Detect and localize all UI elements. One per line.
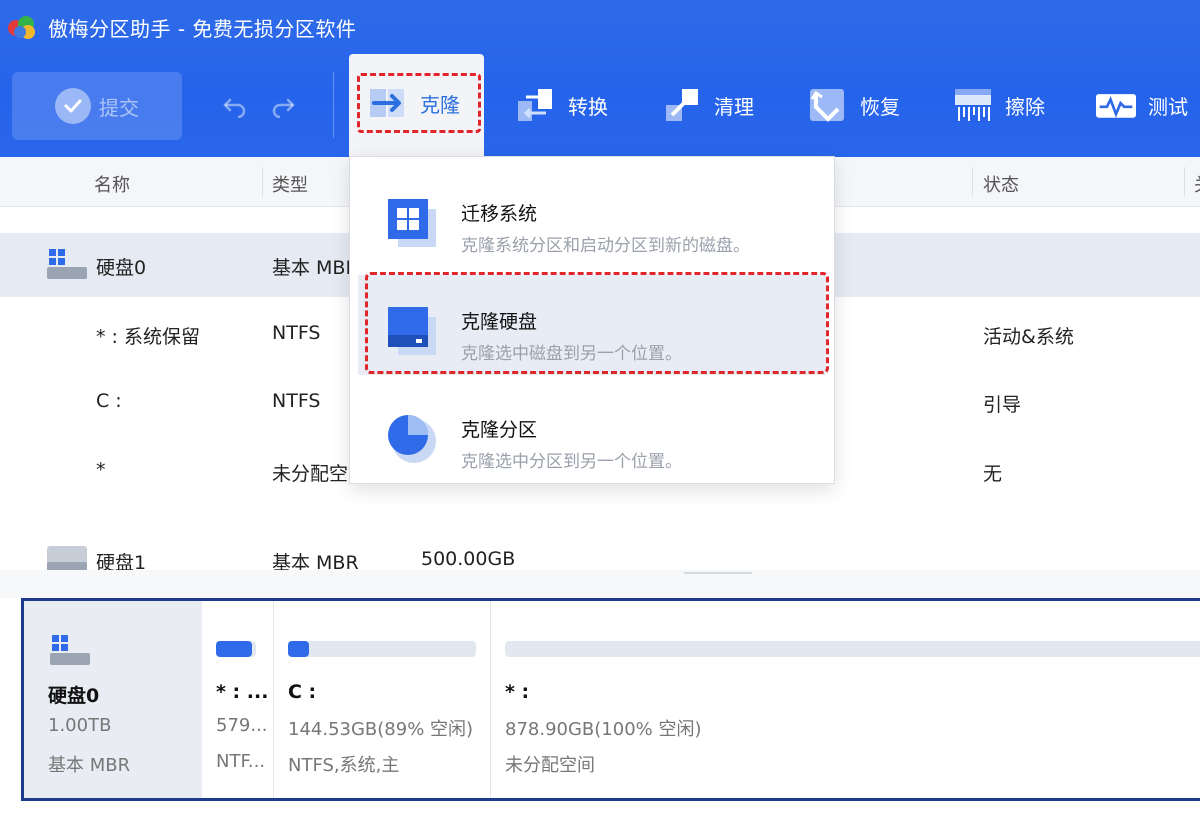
partition-block[interactable]: * : 878.90GB(100% 空闲) 未分配空间 — [491, 601, 1200, 798]
partition-fs: 未分配空间 — [505, 755, 595, 776]
disk-icon — [47, 249, 87, 279]
clone-arrow-icon — [370, 89, 404, 117]
cleanup-button[interactable]: 清理 — [662, 82, 754, 128]
app-title: 傲梅分区助手 - 免费无损分区软件 — [48, 17, 357, 41]
disk-size: 1.00TB — [48, 715, 112, 736]
menu-item-migrate-os[interactable]: 迁移系统 克隆系统分区和启动分区到新的磁盘。 — [358, 167, 826, 267]
migrate-os-icon — [388, 199, 436, 247]
partition-size: 878.90GB(100% 空闲) — [505, 719, 702, 740]
row-status: 引导 — [983, 394, 1022, 416]
row-type: NTFS — [272, 322, 321, 344]
test-label: 测试 — [1148, 94, 1188, 119]
disk-summary[interactable]: 硬盘0 1.00TB 基本 MBR — [24, 601, 202, 798]
pane-splitter[interactable] — [0, 570, 1200, 598]
title-bar: 傲梅分区助手 - 免费无损分区软件 — [0, 0, 1200, 52]
column-status[interactable]: 状态 — [983, 171, 1019, 197]
row-type: 基本 MBR — [272, 257, 359, 279]
partition-name: * : — [505, 681, 530, 703]
wipe-label: 擦除 — [1005, 94, 1045, 119]
cleanup-label: 清理 — [714, 94, 754, 119]
menu-item-title: 迁移系统 — [461, 203, 538, 225]
disk-name: 硬盘0 — [48, 685, 100, 707]
partition-fs: NTFS,系统,主 — [288, 755, 400, 776]
column-separator — [972, 167, 973, 197]
splitter-grip[interactable] — [684, 572, 752, 576]
row-name: * — [96, 459, 106, 481]
partition-name: * : ... — [216, 681, 269, 703]
row-status: 活动&系统 — [983, 326, 1074, 348]
clone-label: 克隆 — [420, 92, 460, 117]
test-button[interactable]: 测试 — [1096, 82, 1188, 128]
row-type: NTFS — [272, 390, 321, 412]
partition-size: 579... — [216, 715, 268, 736]
submit-button[interactable]: 提交 — [12, 72, 182, 140]
partition-block[interactable]: * : ... 579... NTF... — [202, 601, 274, 798]
row-name: * : 系统保留 — [96, 326, 200, 348]
usage-fill — [216, 641, 252, 657]
wipe-icon — [955, 89, 991, 121]
menu-item-clone-partition[interactable]: 克隆分区 克隆选中分区到另一个位置。 — [358, 383, 826, 483]
row-name: C : — [96, 390, 122, 412]
table-row[interactable]: 硬盘1 基本 MBR 500.00GB — [0, 528, 1200, 574]
partition-size: 144.53GB(89% 空闲) — [288, 719, 474, 740]
row-status: 无 — [983, 463, 1003, 485]
disk-icon — [50, 635, 90, 665]
menu-item-desc: 克隆选中分区到另一个位置。 — [461, 452, 682, 472]
wipe-button[interactable]: 擦除 — [953, 82, 1045, 128]
usage-fill — [288, 641, 309, 657]
submit-label: 提交 — [99, 95, 139, 120]
disk-type: 基本 MBR — [48, 755, 131, 776]
cleanup-icon — [666, 89, 698, 121]
column-separator — [1184, 167, 1185, 197]
convert-button[interactable]: 转换 — [516, 82, 608, 128]
menu-item-desc: 克隆系统分区和启动分区到新的磁盘。 — [461, 236, 750, 256]
partition-name: C : — [288, 681, 317, 703]
recover-label: 恢复 — [860, 94, 900, 119]
undo-icon[interactable] — [222, 92, 248, 118]
disk-map: 硬盘0 1.00TB 基本 MBR * : ... 579... NTF... … — [21, 598, 1200, 801]
usage-bar — [288, 641, 476, 657]
toolbar: 提交 转换 清理 恢复 擦除 测试 — [0, 60, 1200, 152]
convert-icon — [518, 89, 552, 121]
redo-icon[interactable] — [270, 92, 296, 118]
convert-label: 转换 — [568, 94, 608, 119]
row-name: 硬盘0 — [96, 257, 147, 279]
clone-partition-icon — [388, 415, 436, 463]
app-logo-icon — [8, 16, 35, 39]
row-capacity: 500.00GB — [421, 548, 516, 570]
partition-fs: NTF... — [216, 751, 266, 772]
app-header: 傲梅分区助手 - 免费无损分区软件 提交 转换 清理 恢复 擦除 测试 — [0, 0, 1200, 157]
usage-bar — [505, 641, 1200, 657]
recover-icon — [810, 89, 844, 122]
test-icon — [1096, 94, 1136, 118]
toolbar-separator — [333, 72, 334, 138]
column-type[interactable]: 类型 — [272, 171, 308, 197]
check-icon — [55, 88, 91, 124]
column-separator — [262, 167, 263, 197]
highlight-annotation — [365, 272, 829, 374]
recover-button[interactable]: 恢复 — [808, 82, 900, 128]
partition-block[interactable]: C : 144.53GB(89% 空闲) NTFS,系统,主 — [274, 601, 491, 798]
column-extra[interactable]: 关 — [1194, 171, 1200, 197]
column-name[interactable]: 名称 — [94, 171, 130, 197]
usage-bar — [216, 641, 256, 657]
clone-button[interactable]: 克隆 — [357, 73, 481, 133]
menu-item-title: 克隆分区 — [461, 419, 538, 441]
